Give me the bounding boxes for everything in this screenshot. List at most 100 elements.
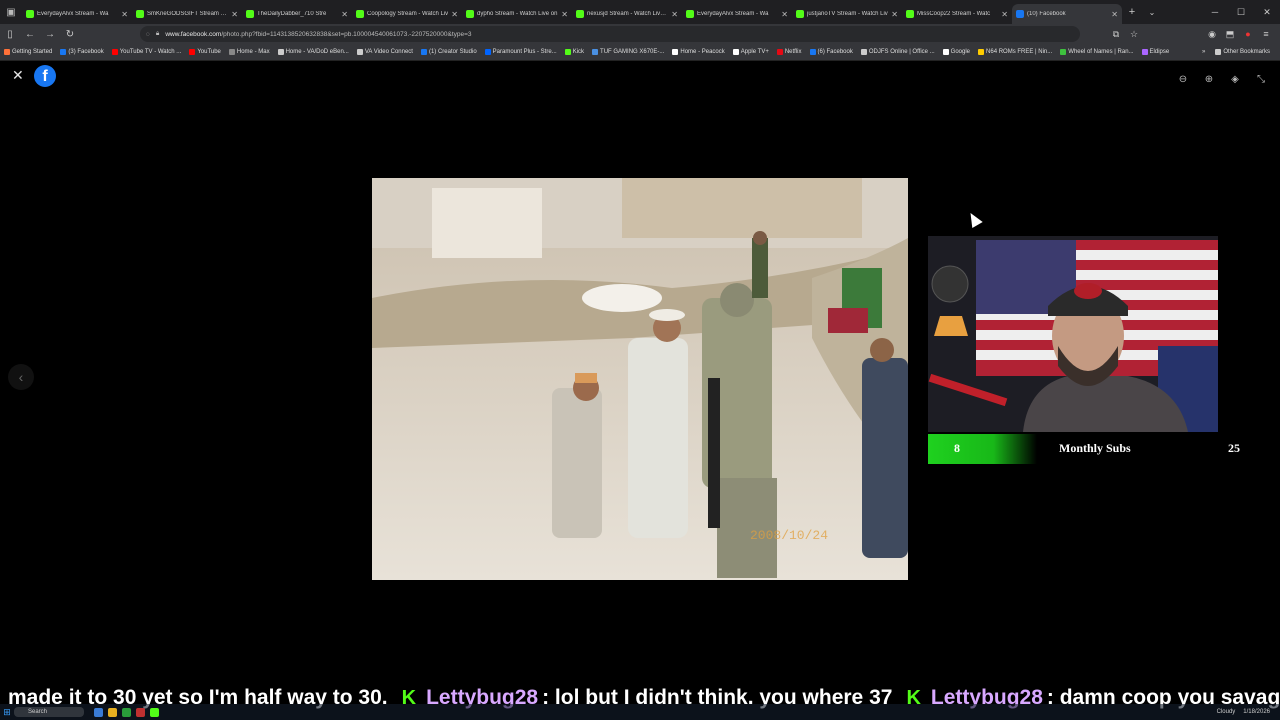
browser-tab[interactable]: nexusjd Stream - Watch Live o ✕	[572, 4, 682, 24]
browser-tab[interactable]: (10) Facebook ✕	[1012, 4, 1122, 24]
bookmark-label: YouTube TV - Watch ...	[119, 49, 182, 55]
bookmark-item[interactable]: YouTube	[185, 49, 225, 55]
tab-close-icon[interactable]: ✕	[561, 10, 568, 19]
tab-close-icon[interactable]: ✕	[121, 10, 128, 19]
tab-close-icon[interactable]: ✕	[891, 10, 898, 19]
tab-list-chevron-icon[interactable]: ⌄	[1142, 8, 1162, 17]
bookmark-item[interactable]: Google	[939, 49, 974, 55]
tab-close-icon[interactable]: ✕	[1111, 10, 1118, 19]
tab-title: SmKneGODSGIFT Stream - Wa	[147, 11, 229, 17]
extensions-icon[interactable]: ⬒	[1224, 29, 1236, 40]
tab-close-icon[interactable]: ✕	[451, 10, 458, 19]
app-icon[interactable]	[94, 707, 103, 717]
tab-actions-icon[interactable]: ▣	[0, 0, 22, 24]
tab-close-icon[interactable]: ✕	[781, 10, 788, 19]
bookmark-favicon-icon	[484, 49, 491, 55]
bookmark-item[interactable]: Eldipse	[1138, 49, 1174, 55]
browser-tab-bar: ▣ EverydayAlvx Stream - Wa ✕ SmKneGODSGIFT…	[0, 0, 1280, 24]
sidebar-icon[interactable]: ▯	[0, 29, 20, 40]
bookmark-item[interactable]: Getting Started	[0, 49, 56, 55]
menu-icon[interactable]: ≡	[1260, 29, 1272, 40]
bookmark-item[interactable]: N64 ROMs FREE | Nin...	[974, 49, 1056, 55]
tab-favicon-icon	[356, 10, 364, 18]
tab-title: nexusjd Stream - Watch Live o	[587, 11, 669, 17]
bookmark-item[interactable]: (6) Facebook	[806, 49, 857, 55]
zoom-out-icon[interactable]: ⊖	[1174, 70, 1192, 88]
tab-favicon-icon	[686, 10, 694, 18]
bookmark-star-icon[interactable]: ☆	[1128, 29, 1140, 40]
bookmark-item[interactable]: VA Video Connect	[353, 49, 417, 55]
tab-title: EverydayAlvx Stream - Wa	[697, 11, 769, 17]
previous-photo-icon[interactable]: ‹	[8, 364, 34, 390]
bookmark-item[interactable]: (1) Creator Studio	[417, 49, 481, 55]
taskbar-search[interactable]: Search	[14, 707, 84, 717]
windows-start-icon[interactable]: ⊞	[0, 707, 14, 718]
bookmark-item[interactable]: ODJFS Online | Office ...	[857, 49, 939, 55]
bookmark-item[interactable]: Home - VA/DoD eBen...	[274, 49, 353, 55]
bookmark-label: Paramount Plus - Stre...	[492, 49, 557, 55]
tab-close-icon[interactable]: ✕	[671, 10, 678, 19]
tab-close-icon[interactable]: ✕	[1001, 10, 1008, 19]
folder-app-icon[interactable]	[108, 707, 117, 717]
tab-close-icon[interactable]: ✕	[341, 10, 348, 19]
tab-favicon-icon	[136, 10, 144, 18]
browser-tab[interactable]: EverydayAlvx Stream - Wa ✕	[22, 4, 132, 24]
bookmark-label: Wheel of Names | Ran...	[1068, 49, 1134, 55]
facebook-logo[interactable]: f	[34, 65, 56, 87]
close-window-icon[interactable]: ✕	[1254, 7, 1280, 18]
tab-favicon-icon	[1016, 10, 1024, 18]
clock-date: 1/18/2026	[1243, 709, 1270, 715]
bookmark-label: (1) Creator Studio	[428, 49, 477, 55]
browser-tab[interactable]: EverydayAlvx Stream - Wa ✕	[682, 4, 792, 24]
app-icon[interactable]	[150, 707, 159, 717]
bookmark-item[interactable]: (3) Facebook	[56, 49, 107, 55]
more-bookmarks-icon[interactable]: »	[1202, 49, 1205, 55]
bookmark-item[interactable]: Home - Max	[225, 49, 274, 55]
app-icon[interactable]	[136, 707, 145, 717]
address-bar[interactable]: ◌ 🔒︎ www.facebook.com/photo.php?fbid=114…	[140, 26, 1080, 42]
bookmark-item[interactable]: Wheel of Names | Ran...	[1056, 49, 1137, 55]
tab-close-icon[interactable]: ✕	[231, 10, 238, 19]
close-viewer-icon[interactable]: ✕	[12, 67, 24, 84]
fullscreen-icon[interactable]: ⤡	[1252, 70, 1270, 88]
record-icon[interactable]: ●	[1242, 29, 1254, 40]
browser-tab[interactable]: SmKneGODSGIFT Stream - Wa ✕	[132, 4, 242, 24]
zoom-in-icon[interactable]: ⊕	[1200, 70, 1218, 88]
back-icon[interactable]: ←	[20, 29, 40, 40]
bookmark-item[interactable]: Home - Peacock	[668, 49, 728, 55]
bookmark-label: Getting Started	[12, 49, 53, 55]
maximize-icon[interactable]: ☐	[1228, 7, 1254, 18]
bookmark-item[interactable]: Paramount Plus - Stre...	[481, 49, 561, 55]
system-tray: Cloudy 1/18/2026	[1217, 709, 1280, 715]
bookmark-item[interactable]: Netflix	[773, 49, 806, 55]
bookmark-item[interactable]: TUF GAMING X670E-...	[588, 49, 668, 55]
bookmark-item[interactable]: Kick	[561, 49, 588, 55]
browser-tab[interactable]: Coopology Stream - Watch Liv ✕	[352, 4, 462, 24]
browser-tab[interactable]: TheDailyDabber_710 Stre ✕	[242, 4, 352, 24]
app-icon[interactable]	[122, 707, 131, 717]
tag-icon[interactable]: ◈	[1226, 70, 1244, 88]
browser-tab[interactable]: MissCoop22 Stream - Watc ✕	[902, 4, 1012, 24]
browser-toolbar: ▯ ← → ↻ ◌ 🔒︎ www.facebook.com/photo.php?…	[0, 24, 1280, 44]
bookmark-favicon-icon	[420, 49, 427, 55]
reload-icon[interactable]: ↻	[60, 29, 80, 40]
browser-tab[interactable]: justjanoTV Stream - Watch Liv ✕	[792, 4, 902, 24]
tab-title: Coopology Stream - Watch Liv	[367, 11, 449, 17]
tab-favicon-icon	[796, 10, 804, 18]
bookmark-item[interactable]: Apple TV+	[729, 49, 773, 55]
translate-icon[interactable]: ⧉	[1110, 29, 1122, 40]
tab-title: (10) Facebook	[1027, 11, 1066, 17]
account-icon[interactable]: ◉	[1206, 29, 1218, 40]
browser-tab[interactable]: dypho Stream - Watch Live on ✕	[462, 4, 572, 24]
new-tab-button[interactable]: +	[1122, 6, 1142, 18]
tab-favicon-icon	[466, 10, 474, 18]
bookmark-label: Netflix	[784, 49, 802, 55]
bookmark-favicon-icon	[356, 49, 363, 55]
sub-goal-target: 25	[1228, 441, 1240, 455]
tab-favicon-icon	[26, 10, 34, 18]
bookmark-item[interactable]: YouTube TV - Watch ...	[108, 49, 186, 55]
forward-icon[interactable]: →	[40, 29, 60, 40]
bookmark-favicon-icon	[111, 49, 118, 55]
minimize-icon[interactable]: ─	[1202, 7, 1228, 18]
other-bookmarks[interactable]: Other Bookmarks	[1211, 49, 1274, 55]
